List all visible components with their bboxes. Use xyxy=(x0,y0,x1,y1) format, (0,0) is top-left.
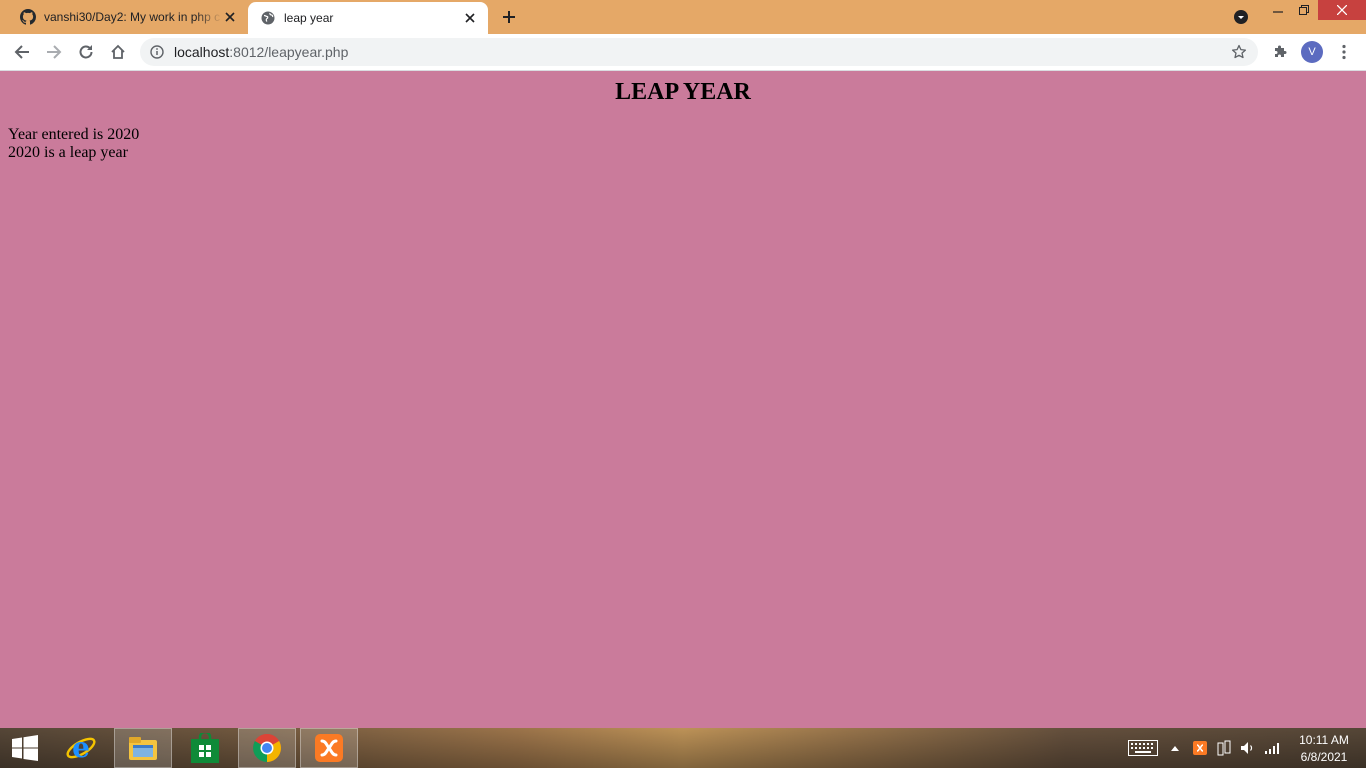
menu-kebab-icon[interactable] xyxy=(1334,41,1354,63)
home-button[interactable] xyxy=(106,40,130,64)
plus-icon xyxy=(503,11,515,23)
tab-github[interactable]: vanshi30/Day2: My work in php c xyxy=(8,0,248,34)
extensions-puzzle-icon[interactable] xyxy=(1270,42,1290,62)
home-icon xyxy=(111,44,125,59)
arrow-right-icon xyxy=(47,45,62,59)
tab-title: leap year xyxy=(284,11,334,25)
minimize-icon xyxy=(1272,11,1283,13)
taskbar: e xyxy=(0,728,1366,768)
network-signal-icon[interactable] xyxy=(1262,728,1282,768)
page-heading: LEAP YEAR xyxy=(615,79,751,105)
bookmark-star-icon[interactable] xyxy=(1230,43,1248,61)
store-icon[interactable] xyxy=(180,728,230,768)
chevron-up-icon[interactable] xyxy=(1168,728,1182,768)
restore-icon xyxy=(1298,5,1309,15)
keyboard-icon[interactable] xyxy=(1126,728,1160,768)
new-tab-button[interactable] xyxy=(498,6,520,28)
svg-text:e: e xyxy=(72,731,90,764)
taskbar-clock[interactable]: 10:11 AM 6/8/2021 xyxy=(1290,732,1358,766)
address-bar[interactable]: localhost:8012/leapyear.php xyxy=(140,38,1258,66)
profile-avatar[interactable]: V xyxy=(1301,41,1323,63)
device-icon[interactable] xyxy=(1214,728,1234,768)
close-icon[interactable] xyxy=(462,10,478,26)
arrow-left-icon xyxy=(14,45,29,59)
tab-search-button[interactable] xyxy=(1230,7,1252,27)
tab-title: vanshi30/Day2: My work in php c xyxy=(44,10,221,24)
minimize-button[interactable] xyxy=(1264,0,1291,20)
info-icon[interactable] xyxy=(149,44,165,60)
file-explorer-icon[interactable] xyxy=(114,728,172,768)
chrome-icon[interactable] xyxy=(238,728,296,768)
leap-year-result-text: 2020 is a leap year xyxy=(8,144,128,161)
url-text[interactable]: localhost:8012/leapyear.php xyxy=(174,44,348,60)
clock-date: 6/8/2021 xyxy=(1300,750,1348,764)
internet-explorer-icon[interactable]: e xyxy=(56,728,106,768)
tab-leap-year[interactable]: leap year xyxy=(248,2,488,34)
url-host: localhost xyxy=(174,44,230,60)
reload-button[interactable] xyxy=(74,40,98,64)
page-content: LEAP YEAR Year entered is 2020 2020 is a… xyxy=(0,72,1366,728)
tab-strip: vanshi30/Day2: My work in php c leap yea… xyxy=(0,0,1366,34)
close-icon[interactable] xyxy=(222,9,238,25)
window-close-button[interactable] xyxy=(1318,0,1366,20)
windows-start-icon[interactable] xyxy=(4,728,46,768)
forward-button[interactable] xyxy=(42,40,66,64)
xampp-icon[interactable] xyxy=(300,728,358,768)
github-icon xyxy=(20,9,36,25)
year-entered-text: Year entered is 2020 xyxy=(8,126,140,143)
back-button[interactable] xyxy=(10,40,34,64)
restore-button[interactable] xyxy=(1290,0,1317,20)
chevron-down-icon xyxy=(1234,10,1248,24)
volume-icon[interactable] xyxy=(1238,728,1258,768)
xampp-tray-icon[interactable] xyxy=(1190,728,1210,768)
close-icon xyxy=(1337,5,1347,15)
clock-time: 10:11 AM xyxy=(1299,733,1349,747)
url-path: :8012/leapyear.php xyxy=(229,44,349,60)
reload-icon xyxy=(79,45,93,59)
globe-icon xyxy=(260,10,276,26)
browser-toolbar: localhost:8012/leapyear.php xyxy=(0,34,1366,71)
